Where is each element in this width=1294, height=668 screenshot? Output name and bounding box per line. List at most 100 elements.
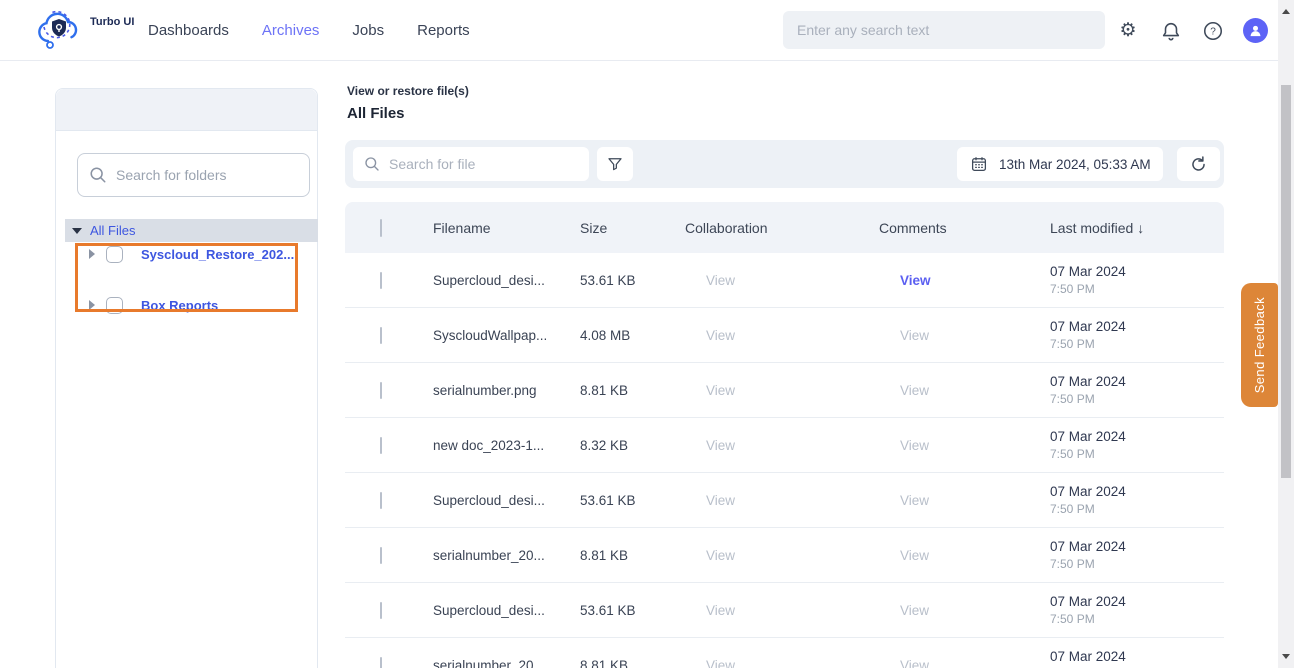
modified-time: 7:50 PM: [1050, 612, 1224, 626]
person-icon: [1248, 23, 1263, 38]
nav-item[interactable]: Dashboards: [148, 22, 229, 39]
row-checkbox[interactable]: [380, 602, 382, 619]
select-all-checkbox[interactable]: [380, 219, 382, 237]
collaboration-view-link[interactable]: View: [685, 658, 879, 668]
collaboration-view-link[interactable]: View: [685, 493, 879, 508]
folder-search-input[interactable]: [77, 153, 310, 197]
table-row: serialnumber.png 8.81 KB View View 07 Ma…: [345, 363, 1224, 418]
table-row: Supercloud_desi... 53.61 KB View View 07…: [345, 583, 1224, 638]
collaboration-view-link[interactable]: View: [685, 548, 879, 563]
scroll-up-arrow-icon[interactable]: [1282, 9, 1290, 14]
comments-view-link[interactable]: View: [879, 328, 1050, 343]
sort-descending-icon: ↓: [1137, 220, 1144, 236]
col-collaboration: Collaboration: [685, 220, 879, 236]
folder-label: Syscloud_Restore_202...: [141, 247, 294, 262]
user-avatar[interactable]: [1243, 18, 1268, 43]
modified-time: 7:50 PM: [1050, 337, 1224, 351]
col-last-modified[interactable]: Last modified ↓: [1050, 220, 1224, 236]
file-toolbar: 13th Mar 2024, 05:33 AM: [345, 140, 1224, 188]
row-checkbox[interactable]: [380, 382, 382, 399]
table-body: Supercloud_desi... 53.61 KB View View 07…: [345, 253, 1224, 668]
filename-cell: SyscloudWallpap...: [433, 328, 580, 343]
filename-cell: serialnumber_20...: [433, 548, 580, 563]
row-checkbox[interactable]: [380, 272, 382, 289]
modified-date: 07 Mar 2024: [1050, 264, 1224, 279]
nav-item[interactable]: Jobs: [352, 22, 384, 39]
filter-funnel-icon: [606, 155, 624, 173]
row-checkbox[interactable]: [380, 492, 382, 509]
size-cell: 53.61 KB: [580, 603, 685, 618]
comments-view-link[interactable]: View: [879, 603, 1050, 618]
send-feedback-button[interactable]: Send Feedback: [1241, 283, 1278, 407]
last-modified-cell: 07 Mar 2024 7:50 PM: [1050, 484, 1224, 516]
comments-view-link[interactable]: View: [879, 658, 1050, 668]
scroll-down-arrow-icon[interactable]: [1282, 654, 1290, 659]
row-checkbox[interactable]: [380, 437, 382, 454]
size-cell: 53.61 KB: [580, 273, 685, 288]
size-cell: 4.08 MB: [580, 328, 685, 343]
chevron-down-icon: [72, 228, 82, 234]
collaboration-view-link[interactable]: View: [685, 603, 879, 618]
refresh-button[interactable]: [1177, 147, 1220, 181]
chevron-right-icon: [89, 300, 95, 310]
folder-label: Box Reports: [141, 298, 218, 313]
row-checkbox[interactable]: [380, 547, 382, 564]
filename-cell: Supercloud_desi...: [433, 273, 580, 288]
snapshot-date-value: 13th Mar 2024, 05:33 AM: [999, 157, 1151, 172]
modified-time: 7:50 PM: [1050, 502, 1224, 516]
modified-date: 07 Mar 2024: [1050, 429, 1224, 444]
collaboration-view-link[interactable]: View: [685, 328, 879, 343]
col-comments: Comments: [879, 220, 1050, 236]
tree-root-all-files[interactable]: All Files: [65, 219, 318, 242]
page-scrollbar[interactable]: [1278, 0, 1294, 668]
scrollbar-thumb[interactable]: [1281, 85, 1291, 478]
tree-folder-item[interactable]: Syscloud_Restore_202...: [89, 244, 294, 264]
app-logo[interactable]: Turbo UI: [34, 7, 144, 55]
filename-cell: Supercloud_desi...: [433, 493, 580, 508]
collaboration-view-link[interactable]: View: [685, 273, 879, 288]
col-size: Size: [580, 220, 685, 236]
col-filename: Filename: [433, 220, 580, 236]
folder-panel-header: [56, 89, 317, 131]
settings-gear-icon[interactable]: ⚙: [1117, 20, 1139, 42]
last-modified-cell: 07 Mar 2024 7:50 PM: [1050, 539, 1224, 571]
global-search-input[interactable]: [783, 11, 1105, 49]
size-cell: 53.61 KB: [580, 493, 685, 508]
table-row: Supercloud_desi... 53.61 KB View View 07…: [345, 473, 1224, 528]
row-checkbox[interactable]: [380, 657, 382, 668]
comments-view-link[interactable]: View: [879, 493, 1050, 508]
nav-item[interactable]: Reports: [417, 22, 470, 39]
cloud-shield-logo-icon: [34, 7, 86, 53]
table-row: serialnumber_20... 8.81 KB View View 07 …: [345, 638, 1224, 668]
comments-view-link[interactable]: View: [879, 438, 1050, 453]
folder-checkbox[interactable]: [106, 297, 123, 314]
folder-checkbox[interactable]: [106, 246, 123, 263]
send-feedback-label: Send Feedback: [1252, 297, 1267, 393]
collaboration-view-link[interactable]: View: [685, 438, 879, 453]
comments-view-link[interactable]: View: [879, 548, 1050, 563]
last-modified-cell: 07 Mar 2024 7:50 PM: [1050, 594, 1224, 626]
chevron-right-icon: [89, 249, 95, 259]
table-row: serialnumber_20... 8.81 KB View View 07 …: [345, 528, 1224, 583]
calendar-icon: [970, 155, 988, 173]
filename-cell: serialnumber_20...: [433, 658, 580, 668]
help-icon[interactable]: ?: [1202, 20, 1224, 42]
filename-cell: new doc_2023-1...: [433, 438, 580, 453]
notifications-bell-icon[interactable]: [1160, 20, 1182, 42]
nav-item[interactable]: Archives: [262, 22, 320, 39]
comments-view-link[interactable]: View: [879, 383, 1050, 398]
modified-time: 7:50 PM: [1050, 447, 1224, 461]
files-table: Filename Size Collaboration Comments Las…: [345, 202, 1224, 668]
modified-date: 07 Mar 2024: [1050, 484, 1224, 499]
filename-cell: Supercloud_desi...: [433, 603, 580, 618]
row-checkbox[interactable]: [380, 327, 382, 344]
table-row: new doc_2023-1... 8.32 KB View View 07 M…: [345, 418, 1224, 473]
snapshot-date-button[interactable]: 13th Mar 2024, 05:33 AM: [957, 147, 1163, 181]
collaboration-view-link[interactable]: View: [685, 383, 879, 398]
comments-view-link[interactable]: View: [879, 273, 1050, 288]
modified-date: 07 Mar 2024: [1050, 594, 1224, 609]
file-search-input[interactable]: [353, 147, 589, 181]
modified-date: 07 Mar 2024: [1050, 649, 1224, 664]
filter-button[interactable]: [597, 147, 633, 181]
tree-folder-item[interactable]: Box Reports: [89, 295, 218, 315]
